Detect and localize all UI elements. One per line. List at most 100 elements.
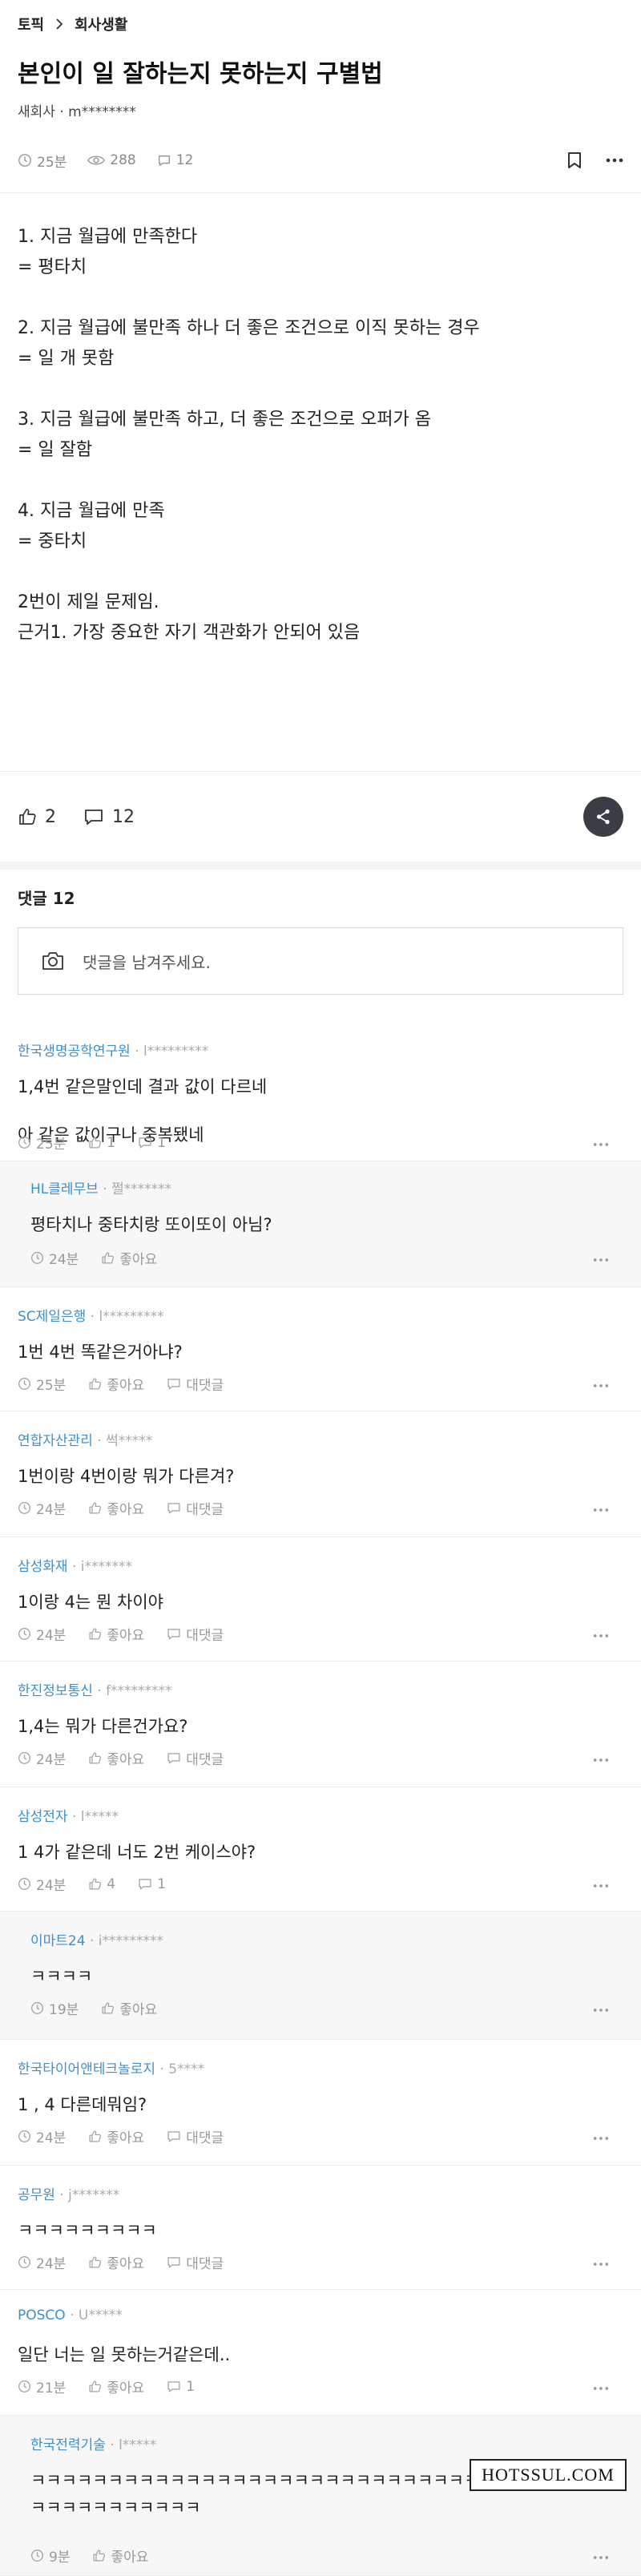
thumbs-up-icon (89, 2256, 102, 2268)
more-options-icon[interactable] (593, 1376, 609, 1392)
comment-company[interactable]: POSCO (18, 2307, 66, 2324)
comment-reply-button[interactable]: 대댓글 (167, 1624, 224, 1644)
comment-time: 24분 (18, 1498, 66, 1518)
comment-company[interactable]: 한국생명공학연구원 (18, 1044, 131, 1060)
thumbs-up-icon (89, 1878, 102, 1890)
clock-icon (31, 2550, 43, 2562)
comment-company[interactable]: 한진정보통신 (18, 1683, 93, 1699)
comment-user: 썩***** (106, 1433, 153, 1449)
comment-time: 21분 (18, 2376, 66, 2396)
more-options-icon[interactable] (593, 1135, 609, 1151)
camera-icon[interactable] (41, 951, 65, 971)
clock-icon (18, 1502, 30, 1514)
comment-company[interactable]: 연합자산관리 (18, 1433, 93, 1449)
comment-user: i******* (80, 1559, 133, 1575)
comment-company[interactable]: HL클레무브 (30, 1181, 99, 1197)
comment-text: 일단 너는 일 못하는거같은데.. (18, 2345, 231, 2364)
comment-like-button[interactable]: 좋아요 (88, 2376, 144, 2396)
reply-item: HL클레무브 · 쩔******* 평타치나 중타치랑 또이또이 아님? 24분 좋아… (0, 1161, 641, 1287)
comment-time-label: 24분 (36, 2130, 67, 2146)
comment-time: 24분 (30, 1248, 79, 1268)
comment-like-button[interactable]: 좋아요 (88, 1498, 144, 1518)
more-options-icon[interactable] (593, 2129, 609, 2145)
more-options-icon[interactable] (593, 2255, 609, 2271)
post-title: 본인이 일 잘하는지 못하는지 구별법 (18, 60, 383, 88)
comment-like-button[interactable]: 4 (88, 1876, 115, 1892)
comment-company[interactable]: 한국전력기술 (30, 2437, 106, 2453)
comment-like-button[interactable]: 좋아요 (88, 1748, 144, 1768)
post-meta: 25분 288 12 (0, 128, 641, 193)
comment-company[interactable]: 삼성전자 (18, 1809, 68, 1825)
more-options-icon[interactable] (593, 2379, 609, 2395)
more-options-icon[interactable] (593, 1500, 609, 1516)
thumbs-up-icon (89, 1502, 102, 1514)
comment-reply-button[interactable]: 대댓글 (167, 2126, 224, 2146)
author-company[interactable]: 새회사 (18, 104, 55, 120)
post-line: = 일 개 못함 (18, 349, 115, 369)
comment-company[interactable]: 이마트24 (30, 1933, 86, 1949)
post-line: 3. 지금 월급에 불만족 하고, 더 좋은 조건으로 오퍼가 옴 (18, 410, 431, 430)
comment-reply-button[interactable]: 대댓글 (167, 1748, 224, 1768)
more-options-icon[interactable] (606, 158, 623, 163)
comment-user: l***** (119, 2437, 157, 2453)
comment-like-button[interactable]: 좋아요 (88, 1374, 144, 1394)
comment-reply-button-label: 대댓글 (186, 1502, 224, 1518)
comment-like-button[interactable]: 좋아요 (101, 1998, 157, 2018)
comment-like-button[interactable]: 1 (88, 1135, 115, 1151)
comment-like-button[interactable]: 좋아요 (88, 1624, 144, 1644)
comment-like-button-label: 좋아요 (119, 2002, 158, 2018)
post-line: = 중타치 (18, 531, 87, 551)
more-options-icon[interactable] (593, 1250, 609, 1266)
comment-time-label: 21분 (36, 2380, 67, 2396)
comment-like-button[interactable]: 좋아요 (92, 2546, 148, 2566)
eye-icon (87, 155, 106, 165)
comment-like-button-label: 좋아요 (107, 2130, 145, 2146)
comment-button[interactable]: 12 (83, 807, 135, 827)
comment-text: ㅋㅋㅋㅋ (30, 1967, 93, 1986)
comment-item: 연합자산관리 · 썩***** 1번이랑 4번이랑 뭐가 다른겨? 24분 좋아요 대댓… (0, 1411, 641, 1537)
comment-like-button[interactable]: 좋아요 (88, 2252, 144, 2272)
more-options-icon[interactable] (593, 2548, 609, 2564)
post-line: = 일 잘함 (18, 440, 93, 460)
clock-icon (18, 1628, 30, 1640)
comment-input[interactable]: 댓글을 남겨주세요. (18, 927, 623, 995)
comment-like-button[interactable]: 좋아요 (88, 2126, 144, 2146)
thumbs-up-icon (89, 1378, 102, 1390)
comment-reply-button[interactable]: 대댓글 (167, 1498, 224, 1518)
comment-footer: 9분 좋아요 (30, 2546, 609, 2566)
comment-company[interactable]: 공무원 (18, 2187, 55, 2203)
comment-user: l********* (99, 1309, 164, 1325)
thumbs-up-icon (102, 2002, 115, 2014)
comment-reply-button[interactable]: 1 (167, 2379, 195, 2395)
like-button[interactable]: 2 (18, 807, 56, 827)
post-line: 2번이 제일 문제임. (18, 592, 159, 612)
comment-time-label: 24분 (36, 1502, 67, 1518)
comment-item: 공무원 · j******* ㅋㅋㅋㅋㅋㅋㅋㅋㅋ 24분 좋아요 대댓글 (0, 2166, 641, 2290)
speech-bubble-icon (167, 1629, 180, 1640)
comment-footer: 24분 좋아요 대댓글 (18, 2126, 609, 2146)
comment-reply-button[interactable]: 1 (138, 1135, 166, 1151)
comment-reply-button[interactable]: 1 (138, 1876, 166, 1892)
share-button[interactable] (583, 797, 623, 837)
comment-company[interactable]: 삼성화재 (18, 1559, 68, 1575)
comment-company[interactable]: SC제일은행 (18, 1309, 86, 1325)
breadcrumb: 토픽 회사생활 (0, 0, 641, 48)
comment-time-label: 24분 (49, 1252, 79, 1268)
comment-company[interactable]: 한국타이어앤테크놀로지 (18, 2061, 155, 2077)
comment-reply-button[interactable]: 대댓글 (167, 2252, 224, 2272)
comment-like-button[interactable]: 좋아요 (101, 1248, 157, 1268)
comment-reply-button[interactable]: 대댓글 (167, 1374, 224, 1394)
speech-bubble-icon (167, 2381, 180, 2392)
comment-input-placeholder: 댓글을 남겨주세요. (83, 952, 211, 972)
more-options-icon[interactable] (593, 1750, 609, 1766)
speech-bubble-icon (167, 1379, 180, 1390)
bookmark-icon[interactable] (567, 151, 582, 169)
comment-time: 24분 (18, 2252, 66, 2272)
more-options-icon[interactable] (593, 1876, 609, 1892)
comment-footer: 25분 1 1 (18, 1133, 609, 1153)
more-options-icon[interactable] (593, 1626, 609, 1642)
more-options-icon[interactable] (593, 2001, 609, 2017)
breadcrumb-board[interactable]: 회사생활 (75, 14, 127, 34)
breadcrumb-topic[interactable]: 토픽 (18, 14, 44, 34)
comment-reply-button-label: 대댓글 (186, 1752, 224, 1768)
